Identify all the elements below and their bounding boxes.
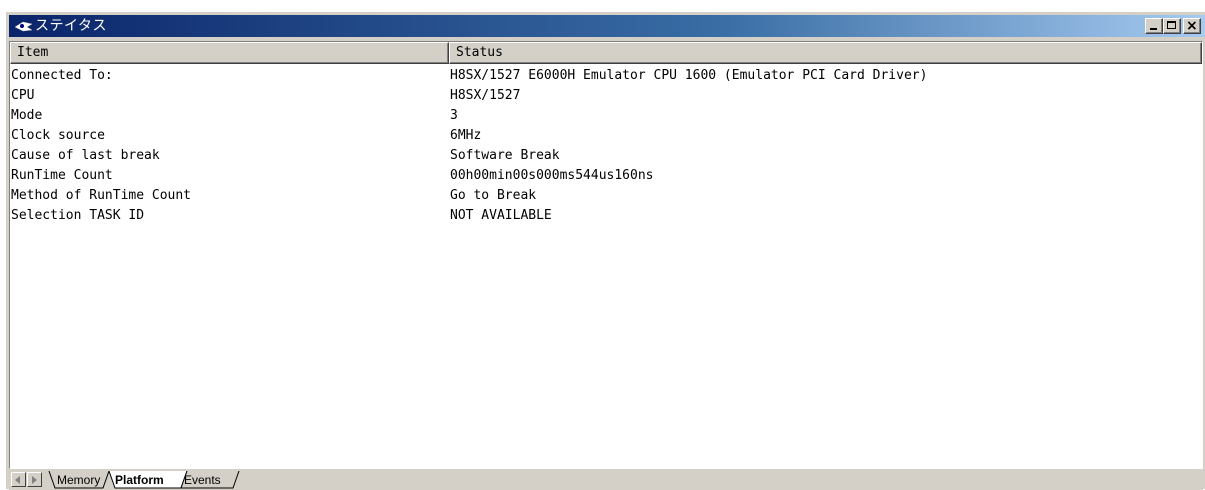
window-title: ステイタス [35, 18, 107, 34]
status-cell: Go to Break [450, 188, 537, 203]
tab-memory[interactable]: Memory [57, 472, 100, 488]
title-bar[interactable]: ステイタス × [9, 15, 1205, 37]
item-cell: RunTime Count [11, 168, 113, 183]
table-row[interactable]: CPU H8SX/1527 [10, 86, 1202, 106]
table-row[interactable]: Selection TASK ID NOT AVAILABLE [10, 206, 1202, 226]
table-row[interactable]: Connected To: H8SX/1527 E6000H Emulator … [10, 66, 1202, 86]
item-cell: Method of RunTime Count [11, 188, 192, 203]
close-button[interactable]: × [1183, 18, 1201, 34]
item-cell: Cause of last break [11, 148, 160, 163]
table-header: Item Status [10, 42, 1202, 64]
table-body: Connected To: H8SX/1527 E6000H Emulator … [10, 66, 1202, 226]
tab-scroll-right-button[interactable] [27, 472, 42, 487]
tab-events[interactable]: Events [184, 472, 221, 488]
scroll-right-arrow-icon [32, 476, 37, 484]
status-cell: NOT AVAILABLE [450, 208, 552, 223]
column-header-item[interactable]: Item [10, 42, 449, 64]
maximize-icon [1167, 21, 1176, 29]
item-cell: CPU [11, 88, 35, 103]
minimize-button[interactable] [1145, 18, 1163, 34]
table-row[interactable]: RunTime Count 00h00min00s000ms544us160ns [10, 166, 1202, 186]
table-row[interactable]: Method of RunTime Count Go to Break [10, 186, 1202, 206]
table-row[interactable]: Cause of last break Software Break [10, 146, 1202, 166]
tab-platform[interactable]: Platform [115, 472, 164, 488]
tab-scroll-left-button[interactable] [11, 472, 26, 487]
scroll-left-arrow-icon [15, 476, 20, 484]
status-window: ステイタス × Item Status Connected To: H8SX/1… [6, 12, 1205, 490]
status-cell: Software Break [450, 148, 560, 163]
status-cell: H8SX/1527 E6000H Emulator CPU 1600 (Emul… [450, 68, 928, 83]
status-cell: 00h00min00s000ms544us160ns [450, 168, 654, 183]
close-icon: × [1186, 18, 1198, 34]
column-header-status[interactable]: Status [449, 42, 1202, 64]
status-cell: 3 [450, 108, 458, 123]
item-cell: Connected To: [11, 68, 113, 83]
table-row[interactable]: Clock source 6MHz [10, 126, 1202, 146]
status-cell: 6MHz [450, 128, 482, 143]
item-cell: Mode [11, 108, 43, 123]
table-row[interactable]: Mode 3 [10, 106, 1202, 126]
status-app-icon [14, 21, 33, 32]
maximize-button[interactable] [1163, 18, 1181, 34]
item-cell: Clock source [11, 128, 105, 143]
status-table: Item Status Connected To: H8SX/1527 E600… [9, 41, 1203, 469]
tab-strip: Memory Platform Events [9, 471, 1203, 490]
item-cell: Selection TASK ID [11, 208, 145, 223]
status-cell: H8SX/1527 [450, 88, 521, 103]
minimize-icon [1150, 28, 1157, 30]
